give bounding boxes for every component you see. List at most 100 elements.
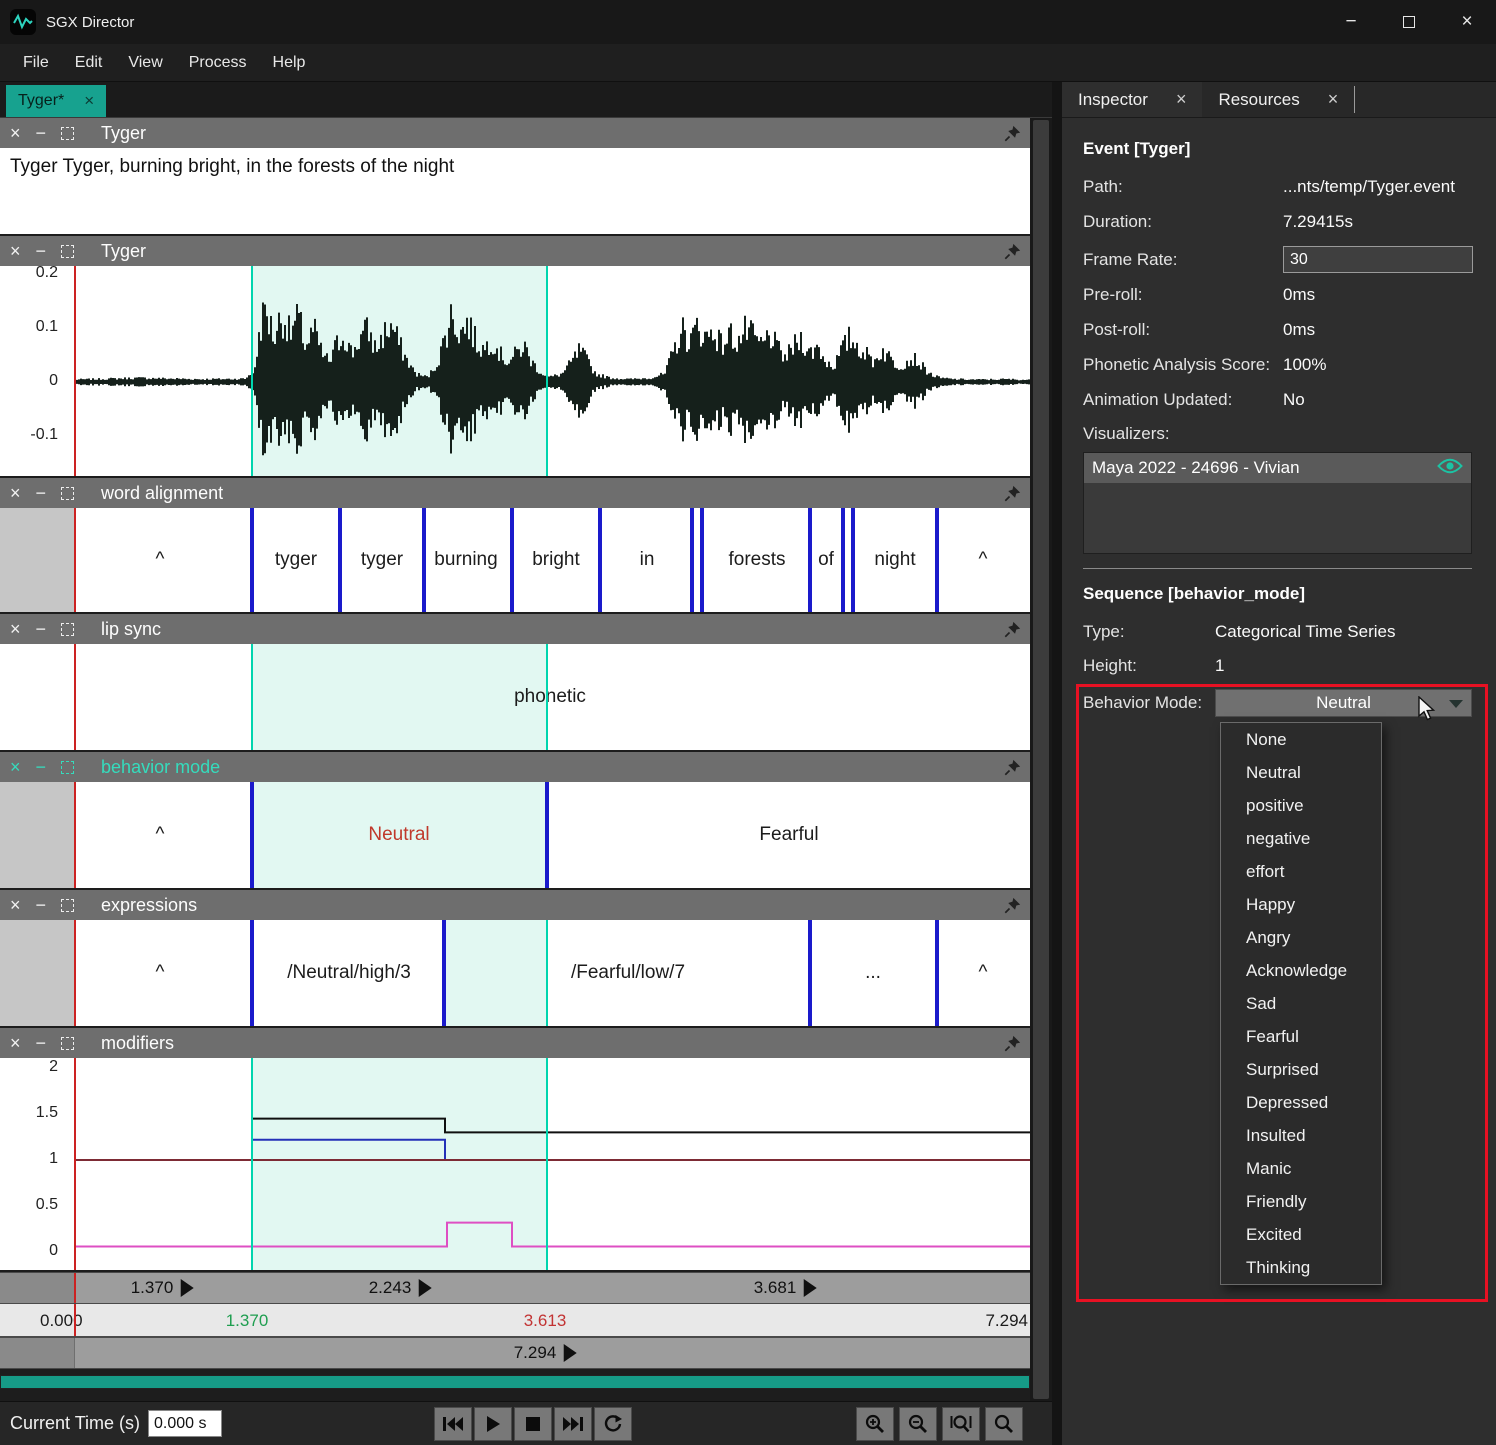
- segment-boundary-line[interactable]: [442, 920, 446, 1026]
- segment-boundary-line[interactable]: [935, 920, 939, 1026]
- modifiers-body[interactable]: 21.510.50: [0, 1058, 1030, 1270]
- panel-maximize-icon[interactable]: [61, 487, 74, 500]
- dropdown-option[interactable]: None: [1221, 723, 1381, 756]
- segment-boundary-line[interactable]: [250, 782, 254, 888]
- tab-resources[interactable]: Resources ×: [1202, 82, 1354, 117]
- play-button[interactable]: [474, 1407, 512, 1441]
- behavior-mode-body[interactable]: ^NeutralFearful: [0, 782, 1030, 888]
- playhead-line[interactable]: [74, 644, 76, 750]
- segment-boundary-line[interactable]: [808, 920, 812, 1026]
- panel-collapse-icon[interactable]: −: [36, 620, 47, 638]
- behavior-mode-dropdown[interactable]: Neutral: [1215, 689, 1472, 717]
- current-time-input[interactable]: [148, 1410, 222, 1437]
- loop-button[interactable]: [594, 1407, 632, 1441]
- dropdown-option[interactable]: Insulted: [1221, 1119, 1381, 1152]
- dropdown-option[interactable]: Friendly: [1221, 1185, 1381, 1218]
- playhead-line[interactable]: [74, 1273, 76, 1303]
- zoom-selection-button[interactable]: [942, 1407, 980, 1441]
- dropdown-option[interactable]: Acknowledge: [1221, 954, 1381, 987]
- panel-collapse-icon[interactable]: −: [36, 484, 47, 502]
- menu-view[interactable]: View: [115, 54, 175, 72]
- vertical-scrollbar[interactable]: [1030, 118, 1052, 1401]
- menu-edit[interactable]: Edit: [62, 54, 116, 72]
- segment-boundary-line[interactable]: [545, 782, 549, 888]
- word-boundary-line[interactable]: [841, 508, 845, 612]
- word-boundary-line[interactable]: [808, 508, 812, 612]
- playhead-line[interactable]: [74, 1304, 76, 1336]
- selection-end-line[interactable]: [546, 920, 548, 1026]
- timeline-marker[interactable]: 1.370: [131, 1273, 194, 1303]
- dropdown-option[interactable]: Thinking: [1221, 1251, 1381, 1284]
- skip-start-button[interactable]: [434, 1407, 472, 1441]
- horizontal-scrollbar-thumb[interactable]: [1, 1376, 1029, 1388]
- dropdown-option[interactable]: Depressed: [1221, 1086, 1381, 1119]
- selection-end-line[interactable]: [546, 1058, 548, 1270]
- menu-process[interactable]: Process: [176, 54, 260, 72]
- menu-file[interactable]: File: [10, 54, 62, 72]
- marker-play-icon[interactable]: [180, 1279, 193, 1297]
- panel-pin-icon[interactable]: [1004, 485, 1021, 507]
- panel-close-icon[interactable]: ×: [10, 758, 21, 776]
- tab-close-icon[interactable]: ×: [84, 91, 94, 111]
- waveform-body[interactable]: 0.20.10-0.1: [0, 266, 1030, 476]
- playhead-line[interactable]: [74, 782, 76, 888]
- selection-start-line[interactable]: [251, 644, 253, 750]
- zoom-fit-button[interactable]: [985, 1407, 1023, 1441]
- tab-inspector[interactable]: Inspector ×: [1062, 82, 1202, 117]
- end-marker[interactable]: 7.294: [514, 1338, 577, 1368]
- panel-collapse-icon[interactable]: −: [36, 242, 47, 260]
- dropdown-option[interactable]: Sad: [1221, 987, 1381, 1020]
- word-boundary-line[interactable]: [422, 508, 426, 612]
- panel-pin-icon[interactable]: [1004, 897, 1021, 919]
- panel-pin-icon[interactable]: [1004, 621, 1021, 643]
- panel-pin-icon[interactable]: [1004, 759, 1021, 781]
- panel-collapse-icon[interactable]: −: [36, 896, 47, 914]
- dropdown-option[interactable]: Happy: [1221, 888, 1381, 921]
- stop-button[interactable]: [514, 1407, 552, 1441]
- panel-maximize-icon[interactable]: [61, 899, 74, 912]
- panel-pin-icon[interactable]: [1004, 1035, 1021, 1057]
- maximize-button[interactable]: [1380, 0, 1438, 44]
- panel-maximize-icon[interactable]: [61, 623, 74, 636]
- bottom-marker-row[interactable]: 7.294: [0, 1337, 1030, 1369]
- playhead-line[interactable]: [74, 1058, 76, 1270]
- panel-maximize-icon[interactable]: [61, 761, 74, 774]
- horizontal-scrollbar[interactable]: [0, 1375, 1030, 1389]
- timeline-marker[interactable]: 2.243: [369, 1273, 432, 1303]
- tab-close-icon[interactable]: ×: [1328, 89, 1339, 110]
- minimize-button[interactable]: −: [1322, 0, 1380, 44]
- panel-collapse-icon[interactable]: −: [36, 1034, 47, 1052]
- marker-row[interactable]: 1.370 2.243 3.681: [0, 1272, 1030, 1304]
- marker-play-icon[interactable]: [418, 1279, 431, 1297]
- dropdown-option[interactable]: Excited: [1221, 1218, 1381, 1251]
- segment-boundary-line[interactable]: [250, 920, 254, 1026]
- word-boundary-line[interactable]: [700, 508, 704, 612]
- panel-collapse-icon[interactable]: −: [36, 124, 47, 142]
- tab-tyger[interactable]: Tyger* ×: [6, 85, 106, 117]
- word-alignment-body[interactable]: ^tygertygerburningbrightinforestsofnight…: [0, 508, 1030, 612]
- lyrics-body[interactable]: Tyger Tyger, burning bright, in the fore…: [0, 148, 1030, 234]
- panel-close-icon[interactable]: ×: [10, 124, 21, 142]
- word-boundary-line[interactable]: [935, 508, 939, 612]
- panel-close-icon[interactable]: ×: [10, 1034, 21, 1052]
- word-boundary-line[interactable]: [338, 508, 342, 612]
- marker-play-icon[interactable]: [563, 1344, 576, 1362]
- panel-close-icon[interactable]: ×: [10, 242, 21, 260]
- panel-collapse-icon[interactable]: −: [36, 758, 47, 776]
- close-button[interactable]: ×: [1438, 0, 1496, 44]
- dropdown-option[interactable]: positive: [1221, 789, 1381, 822]
- tab-close-icon[interactable]: ×: [1176, 89, 1187, 110]
- expressions-body[interactable]: ^/Neutral/high/3/Fearful/low/7...^: [0, 920, 1030, 1026]
- frame-rate-input[interactable]: [1283, 246, 1473, 273]
- zoom-in-button[interactable]: [856, 1407, 894, 1441]
- panel-close-icon[interactable]: ×: [10, 620, 21, 638]
- visibility-eye-icon[interactable]: [1437, 457, 1463, 480]
- dropdown-option[interactable]: Fearful: [1221, 1020, 1381, 1053]
- dropdown-option[interactable]: effort: [1221, 855, 1381, 888]
- dropdown-option[interactable]: negative: [1221, 822, 1381, 855]
- word-boundary-line[interactable]: [598, 508, 602, 612]
- panel-pin-icon[interactable]: [1004, 125, 1021, 147]
- word-boundary-line[interactable]: [851, 508, 855, 612]
- selection-start-line[interactable]: [251, 266, 253, 476]
- panel-close-icon[interactable]: ×: [10, 896, 21, 914]
